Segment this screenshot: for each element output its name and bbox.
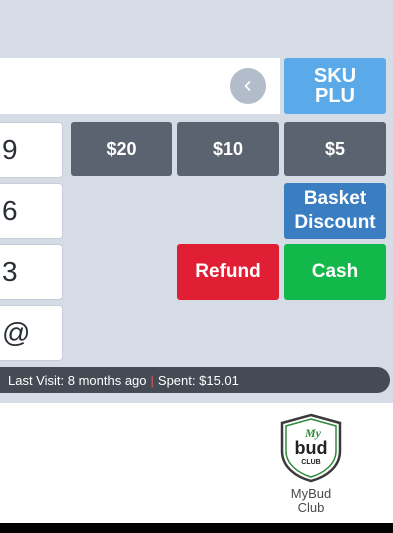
keypad-key-6[interactable]: 6 bbox=[0, 183, 63, 239]
basket-discount-button[interactable]: Basket Discount bbox=[284, 183, 386, 239]
backspace-button[interactable] bbox=[230, 68, 266, 104]
caption-line-1: MyBud bbox=[290, 486, 332, 501]
sku-plu-button[interactable]: SKU PLU bbox=[284, 58, 386, 114]
mybud-club-logo: My bud CLUB bbox=[280, 413, 342, 483]
cash-10-button[interactable]: $10 bbox=[177, 122, 279, 176]
plu-label: PLU bbox=[315, 85, 355, 107]
cash-20-button[interactable]: $20 bbox=[71, 122, 172, 176]
logo-text-bud: bud bbox=[295, 438, 328, 458]
logo-text-club: CLUB bbox=[301, 459, 320, 466]
spent-text: Spent: $15.01 bbox=[157, 372, 239, 388]
basket-label: Basket bbox=[303, 188, 367, 209]
cash-5-button[interactable]: $5 bbox=[284, 122, 386, 176]
mybud-club-caption: MyBud Club bbox=[270, 487, 352, 515]
bottom-bar bbox=[0, 523, 393, 533]
last-visit-text: Last Visit: 8 months ago bbox=[8, 372, 147, 388]
cash-button[interactable]: Cash bbox=[284, 244, 386, 300]
keypad-key-9[interactable]: 9 bbox=[0, 122, 63, 178]
keypad-key-at[interactable]: @ bbox=[0, 305, 63, 361]
status-separator: | bbox=[150, 372, 154, 388]
discount-label: Discount bbox=[294, 212, 376, 233]
pos-panel: SKU PLU $20 $10 $5 Basket Discount Refun… bbox=[0, 0, 393, 403]
chevron-left-icon bbox=[244, 81, 251, 91]
sku-label: SKU bbox=[313, 65, 357, 87]
keypad-key-3[interactable]: 3 bbox=[0, 244, 63, 300]
caption-line-2: Club bbox=[297, 500, 325, 515]
refund-button[interactable]: Refund bbox=[177, 244, 279, 300]
customer-status-bar: Last Visit: 8 months ago | Spent: $15.01 bbox=[0, 367, 390, 393]
